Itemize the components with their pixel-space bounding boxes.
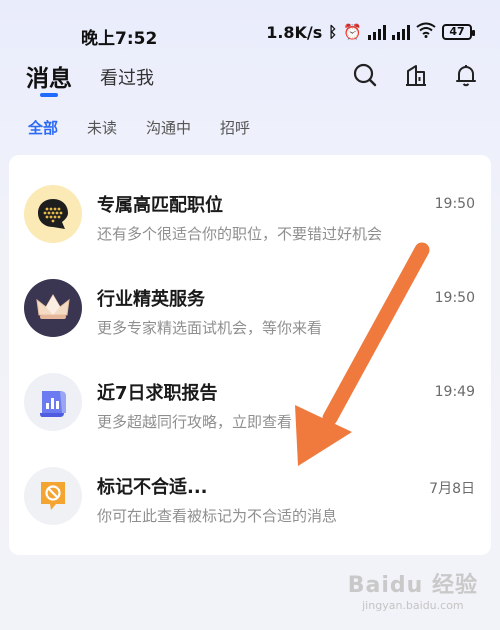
crown-icon	[36, 294, 70, 319]
item-title: 行业精英服务	[97, 289, 205, 310]
item-time: 19:50	[434, 196, 475, 212]
tab-viewed-me[interactable]: 看过我	[100, 64, 154, 90]
item-time: 7月8日	[429, 481, 475, 497]
not-suitable-icon	[41, 482, 65, 510]
list-item[interactable]: 行业精英服务 更多专家精选面试机会，等你来看 19:50	[9, 263, 491, 357]
filter-unread[interactable]: 未读	[87, 117, 117, 138]
battery-icon: 47	[442, 24, 475, 40]
item-title: 近7日求职报告	[97, 383, 218, 404]
item-subtitle: 更多超越同行攻略，立即查看	[97, 413, 293, 431]
filter-greetings[interactable]: 招呼	[220, 117, 250, 138]
active-tab-indicator	[40, 93, 58, 97]
watermark-logo: Baidu 经验	[347, 573, 478, 598]
message-list: 专属高匹配职位 还有多个很适合你的职位，不要错过好机会 19:50 行业精英服务…	[9, 155, 491, 555]
signal-icon	[392, 24, 410, 40]
search-icon[interactable]	[352, 62, 378, 88]
filter-tabs: 全部 未读 沟通中 招呼	[28, 117, 250, 138]
item-time: 19:49	[434, 384, 475, 400]
battery-level: 47	[449, 25, 465, 38]
status-time: 晚上7:52	[81, 29, 158, 49]
item-time: 19:50	[434, 290, 475, 306]
watermark: Baidu 经验 jingyan.baidu.com	[348, 567, 478, 612]
item-title: 专属高匹配职位	[97, 195, 223, 216]
wifi-icon	[416, 22, 436, 42]
list-item[interactable]: 近7日求职报告 更多超越同行攻略，立即查看 19:49	[9, 357, 491, 451]
company-icon[interactable]	[403, 62, 429, 88]
network-speed: 1.8K/s	[266, 22, 323, 42]
filter-all[interactable]: 全部	[28, 117, 58, 138]
status-bar: 晚上7:52 1.8K/s ᛒ ⏰ 47	[0, 0, 500, 66]
item-subtitle: 更多专家精选面试机会，等你来看	[97, 319, 323, 337]
signal-icon	[368, 24, 386, 40]
chat-bubble-icon	[38, 199, 68, 229]
avatar	[24, 373, 82, 431]
avatar	[24, 185, 82, 243]
list-item[interactable]: 标记不合适... 你可在此查看被标记为不合适的消息 7月8日	[9, 451, 491, 545]
bluetooth-icon: ᛒ	[328, 23, 338, 41]
item-subtitle: 你可在此查看被标记为不合适的消息	[97, 507, 338, 525]
bell-icon[interactable]	[453, 62, 479, 88]
watermark-url: jingyan.baidu.com	[362, 599, 464, 612]
report-icon	[40, 391, 66, 417]
avatar	[24, 467, 82, 525]
filter-communicating[interactable]: 沟通中	[146, 117, 191, 138]
alarm-icon: ⏰	[343, 23, 362, 41]
list-item[interactable]: 专属高匹配职位 还有多个很适合你的职位，不要错过好机会 19:50	[9, 169, 491, 263]
item-title: 标记不合适...	[97, 477, 208, 498]
status-indicators: 1.8K/s ᛒ ⏰ 47	[266, 22, 475, 42]
item-subtitle: 还有多个很适合你的职位，不要错过好机会	[97, 225, 383, 243]
tab-messages[interactable]: 消息	[26, 59, 72, 93]
avatar	[24, 279, 82, 337]
top-nav: 消息 看过我	[0, 58, 500, 104]
